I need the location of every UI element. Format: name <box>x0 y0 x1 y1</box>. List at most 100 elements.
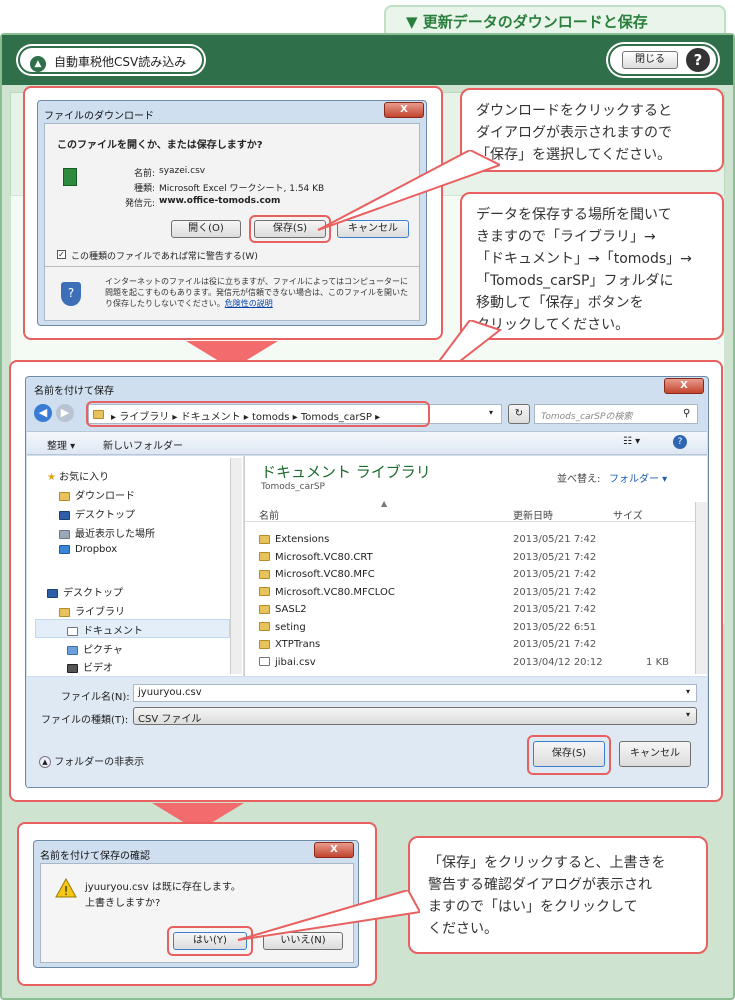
file-scrollbar[interactable] <box>695 502 707 674</box>
file-row[interactable]: Microsoft.VC80.CRT 2013/05/21 7:42 <box>245 550 695 567</box>
download-question: このファイルを開くか、または保存しますか? <box>57 140 263 151</box>
file-name: Microsoft.VC80.CRT <box>275 551 373 563</box>
risk-link[interactable]: 危険性の説明 <box>225 299 273 308</box>
csv-file-icon <box>259 657 270 666</box>
csv-import-button[interactable]: ▲ 自動車税他CSV読み込み <box>18 46 204 74</box>
organize-button[interactable]: 整理 ▾ <box>47 437 75 452</box>
nav-scrollbar[interactable] <box>230 458 242 674</box>
file-row[interactable]: XTPTrans 2013/05/21 7:42 <box>245 637 695 654</box>
folder-icon <box>259 604 270 614</box>
dropbox-icon <box>59 544 70 554</box>
search-placeholder: Tomods_carSPの検索 <box>541 412 633 422</box>
file-row[interactable]: SASL2 2013/05/21 7:42 <box>245 602 695 619</box>
collapse-icon[interactable]: ▲ <box>39 756 51 768</box>
filetype-value: CSV ファイル <box>138 714 202 725</box>
forward-icon[interactable]: ▶ <box>56 404 74 422</box>
file-name: Microsoft.VC80.MFCLOC <box>275 586 395 598</box>
col-name[interactable]: 名前 <box>259 507 279 522</box>
back-icon[interactable]: ◀ <box>34 404 52 422</box>
always-warn-label: この種類のファイルであれば常に警告する(W) <box>71 252 258 262</box>
from-label: 発信元: <box>124 199 155 209</box>
confirm-title: 名前を付けて保存の確認 <box>40 851 150 862</box>
new-folder-button[interactable]: 新しいフォルダー <box>103 437 183 452</box>
nav-recent[interactable]: 最近表示した場所 <box>75 529 155 540</box>
name-value: syazei.csv <box>159 166 206 176</box>
recent-icon <box>59 529 70 539</box>
nav-desktop[interactable]: デスクトップ <box>63 588 123 599</box>
folder-icon <box>259 569 270 579</box>
file-date: 2013/05/21 7:42 <box>513 551 597 563</box>
nav-downloads[interactable]: ダウンロード <box>75 491 135 502</box>
sort-arrow-icon: ▲ <box>381 499 388 508</box>
file-date: 2013/05/21 7:42 <box>513 586 597 598</box>
filename-value: jyuuryou.csv <box>138 687 202 698</box>
save-as-title: 名前を付けて保存 <box>34 386 114 397</box>
view-icon[interactable]: ☷ ▾ <box>623 436 640 447</box>
confirm-close-icon[interactable]: X <box>314 842 354 858</box>
download-close-icon[interactable]: X <box>384 102 424 118</box>
type-label: 種類: <box>133 184 155 194</box>
file-date: 2013/05/21 7:42 <box>513 569 597 580</box>
save-as-close-icon[interactable]: X <box>664 378 704 394</box>
nav-dropbox[interactable]: Dropbox <box>75 544 117 555</box>
filetype-select[interactable]: CSV ファイル ▾ <box>133 707 697 725</box>
file-row[interactable]: seting 2013/05/22 6:51 <box>245 620 695 637</box>
filename-dropdown-icon[interactable]: ▾ <box>686 687 690 696</box>
downloads-icon <box>59 491 70 501</box>
filename-label: ファイル名(N): <box>61 692 130 703</box>
csv-import-label: 自動車税他CSV読み込み <box>54 55 187 69</box>
from-value: www.office-tomods.com <box>159 196 281 206</box>
nav-desktop-fav[interactable]: デスクトップ <box>75 510 135 521</box>
libraries-icon <box>59 607 70 617</box>
library-subtitle: Tomods_carSP <box>261 482 325 492</box>
file-name: Microsoft.VC80.MFC <box>275 569 375 580</box>
col-date[interactable]: 更新日時 <box>513 507 553 522</box>
file-name: XTPTrans <box>275 639 321 650</box>
name-label: 名前: <box>133 169 155 179</box>
toolbar: 整理 ▾ 新しいフォルダー ☷ ▾ ? <box>27 431 707 455</box>
search-box[interactable]: Tomods_carSPの検索 ⚲ <box>534 404 698 424</box>
dialog-help-icon[interactable]: ? <box>673 435 687 449</box>
file-date: 2013/05/21 7:42 <box>513 639 597 650</box>
sort-label: 並べ替え: <box>557 474 601 485</box>
always-warn-checkbox[interactable]: ✓ <box>57 250 66 259</box>
confirm-message-2: 上書きしますか? <box>85 898 161 909</box>
open-button[interactable]: 開く(O) <box>171 220 241 238</box>
callout-2: データを保存する場所を聞いて きますので「ライブラリ」→ 「ドキュメント」→「t… <box>460 192 724 340</box>
divider <box>45 266 419 267</box>
file-row[interactable]: Microsoft.VC80.MFCLOC 2013/05/21 7:42 <box>245 585 695 602</box>
refresh-icon[interactable]: ↻ <box>508 404 530 424</box>
nav-documents[interactable]: ドキュメント <box>83 626 143 637</box>
file-row[interactable]: Extensions 2013/05/21 7:42 <box>245 532 695 549</box>
filetype-dropdown-icon[interactable]: ▾ <box>686 710 690 719</box>
svg-text:!: ! <box>64 884 69 898</box>
breadcrumb-highlight <box>86 401 430 427</box>
column-header: 名前 ▲ 更新日時 サイズ <box>245 499 695 522</box>
filename-input[interactable]: jyuuryou.csv ▾ <box>133 684 697 702</box>
file-name: Extensions <box>275 534 330 545</box>
address-dropdown-icon[interactable]: ▾ <box>489 408 493 417</box>
desktop-icon <box>47 588 58 598</box>
file-row[interactable]: Microsoft.VC80.MFC 2013/05/21 7:42 <box>245 567 695 584</box>
nav-videos[interactable]: ビデオ <box>83 663 113 674</box>
save-as-cancel-button[interactable]: キャンセル <box>619 741 691 767</box>
library-title: ドキュメント ライブラリ <box>261 463 431 481</box>
file-date: 2013/05/22 6:51 <box>513 621 597 633</box>
save-fields: ファイル名(N): jyuuryou.csv ▾ ファイルの種類(T): CSV… <box>27 677 707 787</box>
file-row[interactable]: jibai.csv 2013/04/12 20:12 1 KB <box>245 655 695 672</box>
save-as-save-button[interactable]: 保存(S) <box>533 741 605 767</box>
hide-folders-link[interactable]: フォルダーの非表示 <box>54 757 144 768</box>
sort-dropdown[interactable]: フォルダー ▾ <box>609 470 667 485</box>
excel-file-icon <box>63 168 77 186</box>
confirm-message-1: jyuuryou.csv は既に存在します。 <box>85 882 241 893</box>
nav-libraries[interactable]: ライブラリ <box>75 607 125 618</box>
nav-pictures[interactable]: ピクチャ <box>83 645 123 656</box>
folder-icon <box>259 622 270 631</box>
help-icon[interactable]: ? <box>686 48 710 72</box>
nav-favorites[interactable]: お気に入り <box>59 472 109 483</box>
col-size[interactable]: サイズ <box>613 507 643 522</box>
file-size: 1 KB <box>646 656 669 668</box>
documents-icon <box>67 626 78 636</box>
app-close-button[interactable]: 閉じる <box>622 51 678 69</box>
desktop-fav-icon <box>59 510 70 520</box>
